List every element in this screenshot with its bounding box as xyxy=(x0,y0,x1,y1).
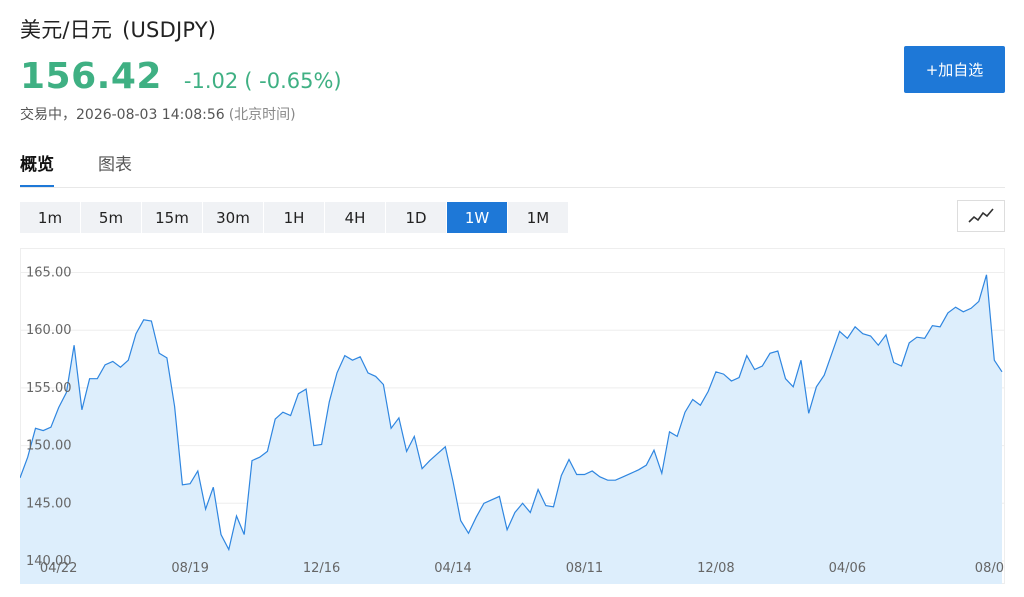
instrument-code: (USDJPY) xyxy=(122,18,217,42)
x-tick-label: 08/0 xyxy=(975,561,1004,576)
period-15m[interactable]: 15m xyxy=(142,202,203,233)
chart-type-button[interactable] xyxy=(957,200,1005,232)
y-tick-label: 145.00 xyxy=(26,496,72,511)
period-1m[interactable]: 1m xyxy=(20,202,81,233)
tab-bar: 概览 图表 xyxy=(20,150,176,188)
x-tick-label: 12/16 xyxy=(303,561,340,576)
price-change: -1.02( -0.65%) xyxy=(184,69,342,93)
status-text: 交易中，2026-08-03 14:08:56 xyxy=(20,107,225,123)
change-percent: ( -0.65%) xyxy=(244,69,342,93)
y-tick-label: 155.00 xyxy=(26,381,72,396)
price-area xyxy=(20,274,1002,584)
y-tick-label: 150.00 xyxy=(26,439,72,454)
instrument-title: 美元/日元 (USDJPY) xyxy=(20,14,216,44)
period-1w[interactable]: 1W xyxy=(447,202,508,233)
period-selector: 1m 5m 15m 30m 1H 4H 1D 1W 1M xyxy=(20,202,569,233)
line-chart-icon xyxy=(968,208,994,223)
period-1mo[interactable]: 1M xyxy=(508,202,569,233)
x-tick-label: 08/19 xyxy=(171,561,208,576)
period-30m[interactable]: 30m xyxy=(203,202,264,233)
tab-chart[interactable]: 图表 xyxy=(98,150,132,188)
timezone-label: (北京时间) xyxy=(228,107,296,123)
y-tick-label: 165.00 xyxy=(26,266,72,281)
x-tick-label: 12/08 xyxy=(697,561,734,576)
price-chart[interactable]: 165.00 160.00 155.00 150.00 145.00 140.00 04/… xyxy=(20,248,1005,584)
period-1d[interactable]: 1D xyxy=(386,202,447,233)
x-tick-label: 08/11 xyxy=(566,561,603,576)
add-watchlist-button[interactable]: +加自选 xyxy=(904,46,1005,93)
trading-status: 交易中，2026-08-03 14:08:56 (北京时间) xyxy=(20,104,296,124)
instrument-name: 美元/日元 xyxy=(20,18,113,42)
quote-row: 156.42 -1.02( -0.65%) xyxy=(20,56,342,97)
period-5m[interactable]: 5m xyxy=(81,202,142,233)
period-1h[interactable]: 1H xyxy=(264,202,325,233)
x-tick-label: 04/14 xyxy=(434,561,471,576)
change-value: -1.02 xyxy=(183,69,239,93)
price-chart-svg: 165.00160.00155.00150.00145.00140.00 04/… xyxy=(20,248,1005,584)
tab-divider xyxy=(20,187,1005,188)
last-price: 156.42 xyxy=(20,56,162,97)
y-tick-label: 160.00 xyxy=(26,323,72,338)
x-tick-label: 04/06 xyxy=(829,561,866,576)
x-tick-label: 04/22 xyxy=(40,561,77,576)
tab-overview[interactable]: 概览 xyxy=(20,150,54,188)
period-4h[interactable]: 4H xyxy=(325,202,386,233)
